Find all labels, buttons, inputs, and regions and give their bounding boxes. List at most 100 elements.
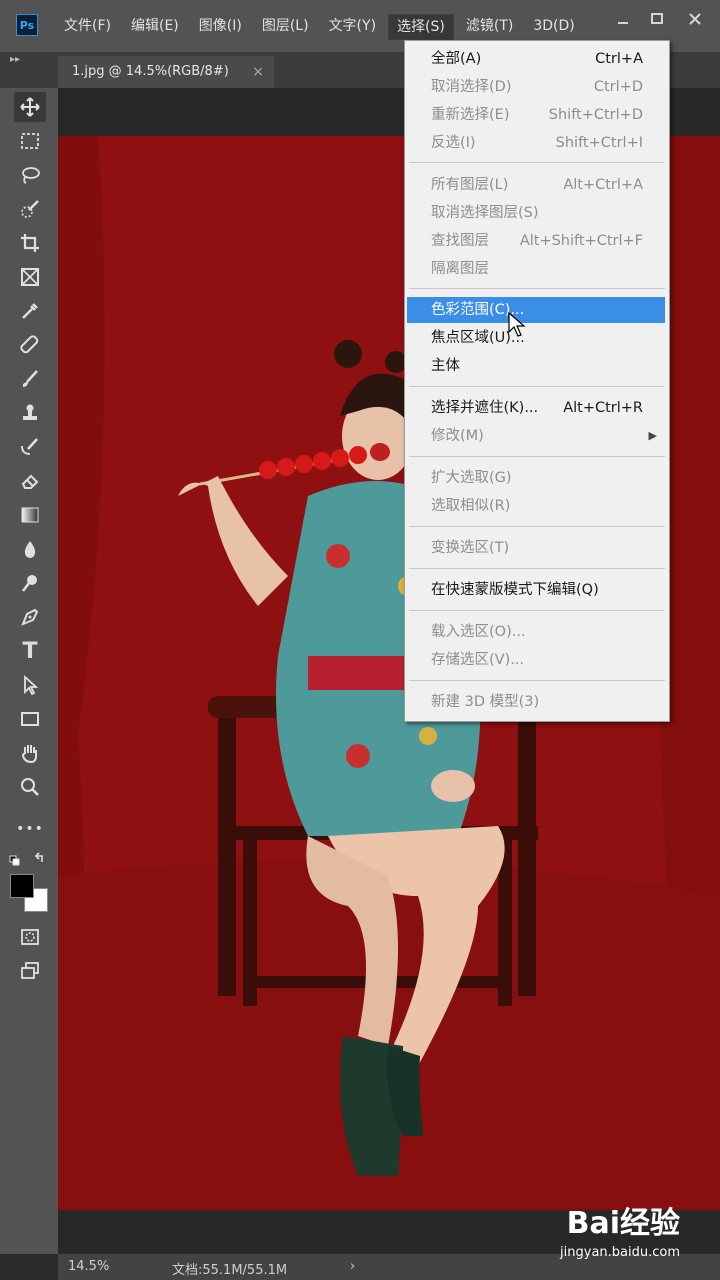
menu-3d[interactable]: 3D(D) <box>525 14 582 38</box>
move-icon[interactable] <box>14 92 46 122</box>
color-swatch[interactable] <box>10 874 50 914</box>
menu-type[interactable]: 文字(Y) <box>321 14 384 38</box>
document-size: 文档:55.1M/55.1M <box>172 1263 288 1278</box>
menu-item-all-layers[interactable]: 所有图层(L) Alt+Ctrl+A <box>407 172 665 198</box>
brush-icon[interactable] <box>14 364 46 394</box>
menu-separator <box>409 288 665 289</box>
menu-separator <box>409 568 665 569</box>
menu-item-label: 重新选择(E) <box>431 107 510 123</box>
menu-select[interactable]: 选择(S) <box>388 14 454 40</box>
menu-edit[interactable]: 编辑(E) <box>123 14 187 38</box>
menu-item-save-selection[interactable]: 存储选区(V)... <box>407 647 665 673</box>
menu-separator <box>409 680 665 681</box>
menu-item-subject[interactable]: 主体 <box>407 353 665 379</box>
zoom-icon[interactable] <box>14 772 46 802</box>
menu-item-similar[interactable]: 选取相似(R) <box>407 493 665 519</box>
history-brush-icon[interactable] <box>14 432 46 462</box>
menu-item-modify[interactable]: 修改(M) ▶ <box>407 423 665 449</box>
eyedropper-icon[interactable] <box>14 296 46 326</box>
menu-item-grow[interactable]: 扩大选取(G) <box>407 465 665 491</box>
menu-item-label: 取消选择(D) <box>431 79 512 95</box>
menu-item-deselect[interactable]: 取消选择(D) Ctrl+D <box>407 74 665 100</box>
menu-item-label: 载入选区(O)... <box>431 624 526 640</box>
menu-item-color-range[interactable]: 色彩范围(C)... <box>407 297 665 323</box>
menu-item-load-selection[interactable]: 载入选区(O)... <box>407 619 665 645</box>
menu-item-label: 选择并遮住(K)... <box>431 400 539 416</box>
crop-icon[interactable] <box>14 228 46 258</box>
collapse-panel-icon[interactable]: ▸▸ <box>10 54 20 65</box>
menu-item-isolate-layers[interactable]: 隔离图层 <box>407 256 665 282</box>
menu-separator <box>409 162 665 163</box>
menu-item-label: 扩大选取(G) <box>431 470 512 486</box>
menu-item-label: 所有图层(L) <box>431 177 509 193</box>
menu-separator <box>409 526 665 527</box>
menu-item-label: 选取相似(R) <box>431 498 511 514</box>
menu-item-label: 存储选区(V)... <box>431 652 525 668</box>
menu-item-select-and-mask[interactable]: 选择并遮住(K)... Alt+Ctrl+R <box>407 395 665 421</box>
healing-brush-icon[interactable] <box>14 330 46 360</box>
menu-item-find-layers[interactable]: 查找图层 Alt+Shift+Ctrl+F <box>407 228 665 254</box>
menu-item-all[interactable]: 全部(A) Ctrl+A <box>407 46 665 72</box>
select-menu-dropdown: 全部(A) Ctrl+A 取消选择(D) Ctrl+D 重新选择(E) Shif… <box>404 40 670 722</box>
menu-item-deselect-layers[interactable]: 取消选择图层(S) <box>407 200 665 226</box>
menu-item-shortcut: Ctrl+A <box>595 51 643 67</box>
menu-item-label: 主体 <box>431 358 460 374</box>
type-icon[interactable]: T <box>14 636 46 666</box>
submenu-arrow-icon: ▶ <box>648 429 657 442</box>
menu-item-shortcut: Shift+Ctrl+I <box>555 135 643 151</box>
menu-separator <box>409 386 665 387</box>
close-icon[interactable] <box>688 12 702 30</box>
hand-icon[interactable] <box>14 738 46 768</box>
document-tab-title: 1.jpg @ 14.5%(RGB/8#) <box>72 64 229 79</box>
lasso-icon[interactable] <box>14 160 46 190</box>
maximize-icon[interactable] <box>650 12 664 30</box>
menu-file[interactable]: 文件(F) <box>56 14 119 38</box>
minimize-icon[interactable] <box>616 12 630 30</box>
menu-item-label: 在快速蒙版模式下编辑(Q) <box>431 582 599 598</box>
menu-item-label: 反选(I) <box>431 135 476 151</box>
swap-colors-icon[interactable] <box>8 846 48 876</box>
menu-item-label: 变换选区(T) <box>431 540 510 556</box>
quick-mask-icon[interactable] <box>14 922 46 952</box>
menu-item-shortcut: Alt+Ctrl+A <box>563 177 643 193</box>
menu-item-focus-area[interactable]: 焦点区域(U)... <box>407 325 665 351</box>
menu-item-quick-mask[interactable]: 在快速蒙版模式下编辑(Q) <box>407 577 665 603</box>
blur-icon[interactable] <box>14 534 46 564</box>
pen-icon[interactable] <box>14 602 46 632</box>
status-menu-arrow[interactable]: › <box>350 1259 355 1274</box>
dodge-icon[interactable] <box>14 568 46 598</box>
frame-icon[interactable] <box>14 262 46 292</box>
menu-item-shortcut: Ctrl+D <box>593 79 643 95</box>
tab-close-icon[interactable]: × <box>252 56 264 88</box>
menu-image[interactable]: 图像(I) <box>191 14 250 38</box>
gradient-icon[interactable] <box>14 500 46 530</box>
menu-item-label: 新建 3D 模型(3) <box>431 694 540 710</box>
screen-mode-icon[interactable] <box>14 956 46 986</box>
menu-item-reselect[interactable]: 重新选择(E) Shift+Ctrl+D <box>407 102 665 128</box>
menu-item-label: 隔离图层 <box>431 261 489 277</box>
rectangle-icon[interactable] <box>14 704 46 734</box>
menu-item-transform-selection[interactable]: 变换选区(T) <box>407 535 665 561</box>
baidu-watermark: Bai经验 <box>566 1206 680 1241</box>
clone-stamp-icon[interactable] <box>14 398 46 428</box>
menu-item-new-3d-extrusion[interactable]: 新建 3D 模型(3) <box>407 689 665 715</box>
menu-item-inverse[interactable]: 反选(I) Shift+Ctrl+I <box>407 130 665 156</box>
menu-item-shortcut: Alt+Shift+Ctrl+F <box>519 233 643 249</box>
menu-separator <box>409 456 665 457</box>
menu-layer[interactable]: 图层(L) <box>254 14 317 38</box>
menu-item-shortcut: Alt+Ctrl+R <box>563 400 643 416</box>
menu-item-label: 全部(A) <box>431 51 482 67</box>
menu-item-label: 取消选择图层(S) <box>431 205 539 221</box>
quick-select-icon[interactable] <box>14 194 46 224</box>
foreground-color[interactable] <box>10 874 34 898</box>
mouse-cursor-icon <box>508 311 526 342</box>
path-select-icon[interactable] <box>14 670 46 700</box>
document-tab[interactable]: 1.jpg @ 14.5%(RGB/8#) × <box>58 56 274 88</box>
marquee-icon[interactable] <box>14 126 46 156</box>
menu-separator <box>409 610 665 611</box>
menu-filter[interactable]: 滤镜(T) <box>458 14 521 38</box>
photoshop-logo: Ps <box>16 14 38 36</box>
eraser-icon[interactable] <box>14 466 46 496</box>
more-tools-icon[interactable]: ••• <box>14 814 46 844</box>
zoom-level[interactable]: 14.5% <box>68 1259 109 1274</box>
